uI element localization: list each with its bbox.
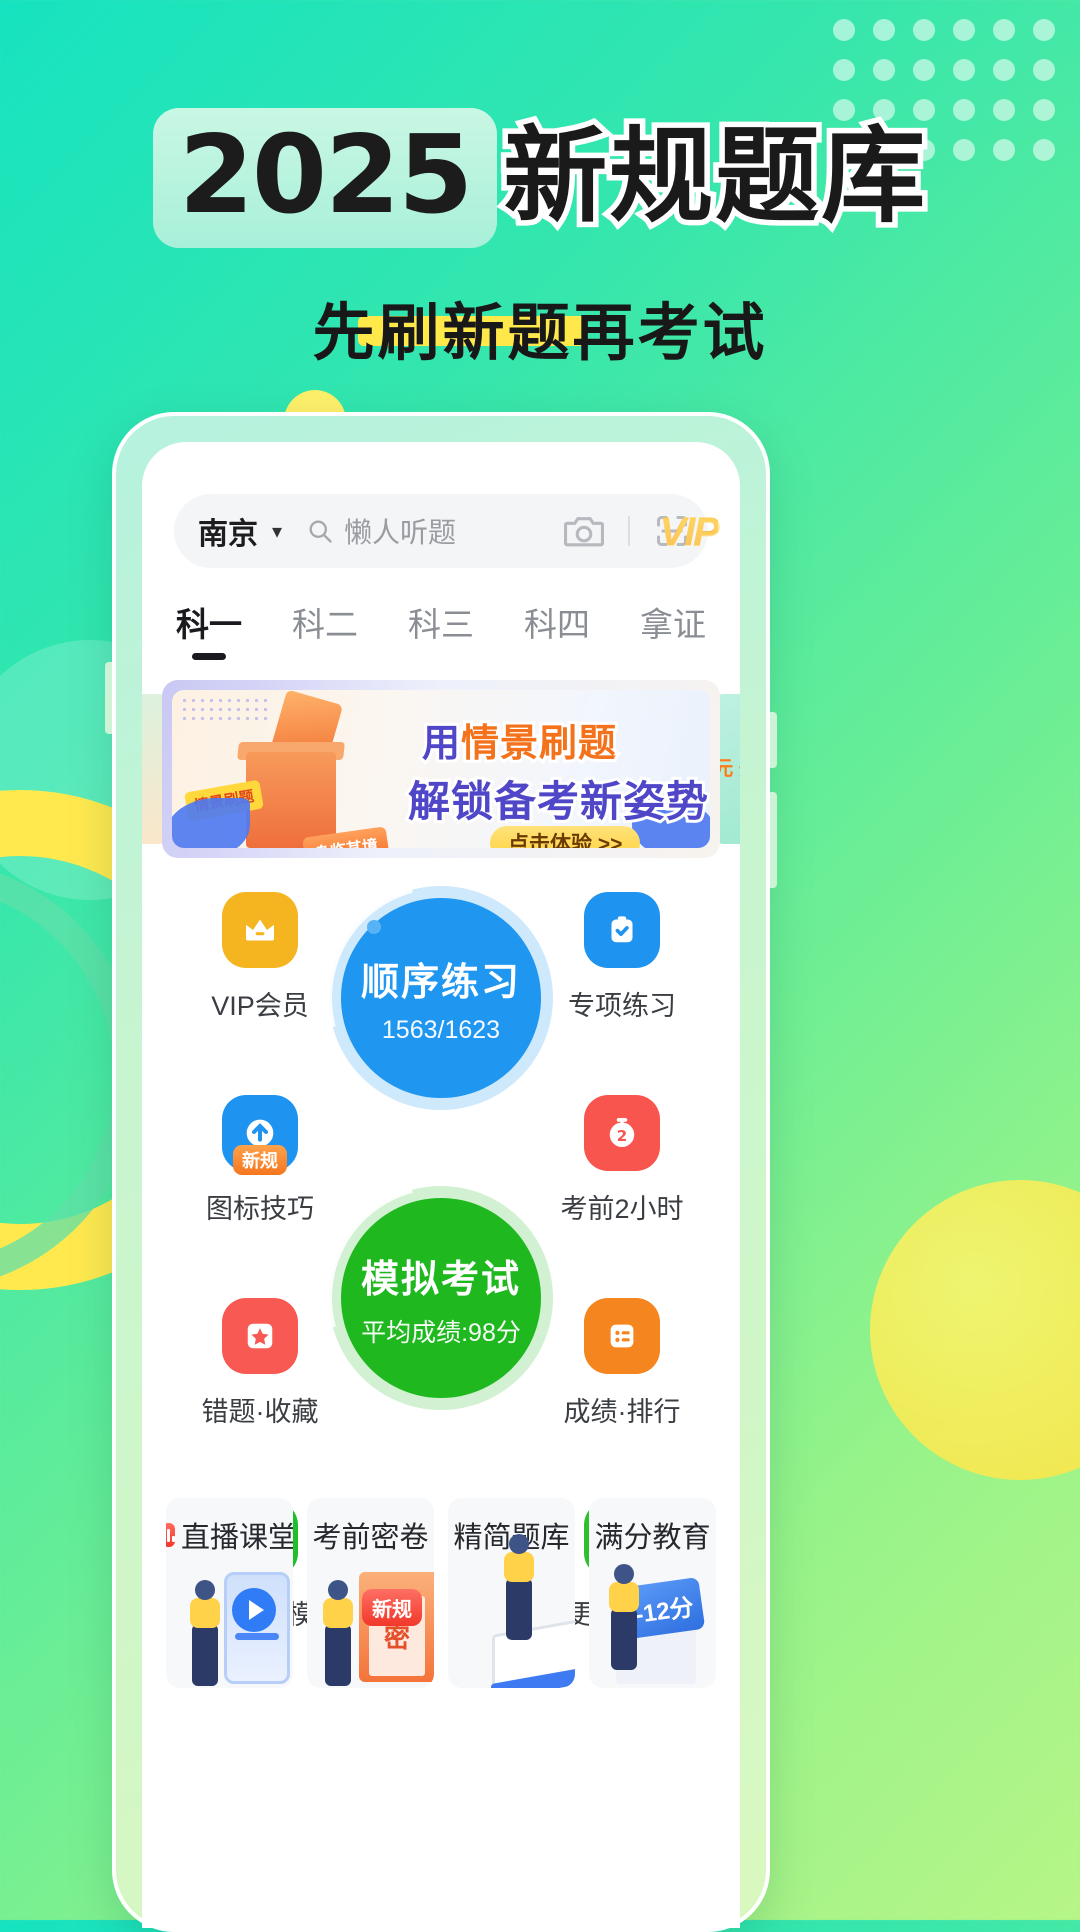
- search-bar[interactable]: 南京 ▾ 懒人听题: [174, 494, 708, 568]
- banner-headline-line1: 用情景刷题: [419, 712, 619, 768]
- grid-item-icon-skills[interactable]: 新规 图标技巧: [170, 1095, 350, 1226]
- progress-knob: [367, 920, 381, 934]
- grid-item-label: 专项练习: [568, 991, 676, 1021]
- person-illustration: [609, 1564, 639, 1670]
- search-icon: [306, 517, 334, 545]
- card-secret-paper[interactable]: 考前密卷 密 新规: [307, 1498, 434, 1688]
- card-live-class[interactable]: 直播课堂: [166, 1498, 293, 1688]
- new-rule-badge: 新规: [362, 1589, 422, 1626]
- banner-slide-active[interactable]: 情景刷题 身临其境 用情景刷题 解锁备考新姿势 点击体验 >>: [162, 680, 720, 858]
- card-full-score-education[interactable]: 满分教育 -12分: [589, 1498, 716, 1688]
- camera-icon[interactable]: [564, 514, 604, 548]
- phone-screen: 南京 ▾ 懒人听题 VIP 科一 科二 科三 科四 拿证 元 用情景刷题 解锁备…: [142, 442, 740, 1928]
- card-title-row: 直播课堂: [166, 1514, 293, 1556]
- mock-exam-button[interactable]: 模拟考试 平均成绩:98分: [282, 1139, 600, 1457]
- phone-side-button-2: [770, 792, 777, 888]
- phone-frame: 南京 ▾ 懒人听题 VIP 科一 科二 科三 科四 拿证 元 用情景刷题 解锁备…: [105, 412, 777, 1932]
- grid-item-wrong-favorites[interactable]: 错题·收藏: [170, 1298, 350, 1429]
- grid-item-two-hours-before-exam[interactable]: 2 考前2小时: [532, 1095, 712, 1226]
- grid-item-vip-member[interactable]: VIP会员: [170, 892, 350, 1023]
- poster-subtitle: 先刷新题再考试: [312, 299, 768, 368]
- list-icon: [584, 1298, 660, 1374]
- phone-side-button-1: [770, 712, 777, 768]
- search-input[interactable]: 懒人听题: [344, 511, 554, 551]
- grid-item-label: 错题·收藏: [201, 1397, 319, 1427]
- tab-ke-yi[interactable]: 科一: [176, 598, 242, 660]
- banner-dot-pattern: [180, 696, 268, 726]
- card-title: 满分教育: [594, 1522, 711, 1554]
- banner-line1-prefix: 用: [419, 720, 463, 768]
- card-illustration: 密 新规: [307, 1560, 434, 1688]
- tab-ke-er[interactable]: 科二: [292, 598, 358, 660]
- promo-card-row: 直播课堂 考前密卷 密 新规 满分教育 -12分: [166, 1498, 716, 1688]
- banner-headline-line2: 解锁备考新姿势: [405, 775, 710, 828]
- poster-title: 新规题库: [498, 117, 931, 237]
- new-rule-badge: 新规: [233, 1145, 287, 1175]
- poster-year: 2025: [152, 108, 498, 248]
- card-title-row: 考前密卷: [312, 1514, 429, 1556]
- crown-icon: [222, 892, 298, 968]
- function-grid: VIP会员 新规 图标技巧 错题·收藏 专项练习 2 考前2小时 成绩·排行 顺…: [142, 839, 740, 1630]
- chevron-down-icon[interactable]: ▾: [272, 519, 282, 544]
- phone-mockup: 南京 ▾ 懒人听题 VIP 科一 科二 科三 科四 拿证 元 用情景刷题 解锁备…: [105, 412, 777, 1932]
- banner-line1-highlight: 情景刷题: [458, 720, 619, 768]
- card-illustration: [448, 1534, 575, 1688]
- stopwatch-icon: 2: [584, 1095, 660, 1171]
- card-title-row: 满分教育: [594, 1514, 711, 1556]
- subject-tabs: 科一 科二 科三 科四 拿证: [162, 598, 720, 660]
- star-icon: [222, 1298, 298, 1374]
- circle-progress-text: 1563/1623: [381, 1016, 501, 1044]
- clipboard-check-icon: [584, 892, 660, 968]
- city-selector-label[interactable]: 南京: [198, 509, 258, 553]
- grid-item-scores-ranking[interactable]: 成绩·排行: [532, 1298, 712, 1429]
- vip-entry-badge[interactable]: VIP: [660, 510, 721, 555]
- card-title: 考前密卷: [312, 1522, 429, 1554]
- live-icon: [166, 1523, 175, 1547]
- toolbar-divider: [628, 516, 630, 546]
- grid-item-special-practice[interactable]: 专项练习: [532, 892, 712, 1023]
- tab-ke-san[interactable]: 科三: [408, 598, 474, 660]
- banner-leaf-left: [172, 798, 250, 848]
- person-illustration: [190, 1580, 220, 1686]
- circle-average-score: 平均成绩:98分: [361, 1318, 521, 1347]
- card-simplified-bank[interactable]: 精简题库: [448, 1498, 575, 1688]
- tab-ke-si[interactable]: 科四: [524, 598, 590, 660]
- person-illustration: [323, 1580, 353, 1686]
- decor-yellow-blob: [870, 1180, 1080, 1480]
- grid-item-label: 图标技巧: [206, 1194, 314, 1224]
- grid-item-label: VIP会员: [211, 991, 309, 1021]
- tab-na-zheng[interactable]: 拿证: [640, 598, 706, 660]
- card-title: 直播课堂: [181, 1522, 293, 1554]
- poster-headline: 2025 新规题库 先刷新题再考试: [0, 108, 1080, 452]
- person-illustration: [504, 1534, 534, 1640]
- banner-carousel: 元 开学 情景刷题 身临其境 用情景刷题: [142, 680, 740, 858]
- banner-cta-button[interactable]: 点击体验 >>: [490, 826, 641, 848]
- grid-item-label: 考前2小时: [560, 1194, 684, 1224]
- banner-content: 情景刷题 身临其境 用情景刷题 解锁备考新姿势 点击体验 >>: [172, 690, 710, 848]
- svg-text:2: 2: [617, 1127, 627, 1145]
- books-illustration: [492, 1617, 575, 1687]
- sequential-practice-button[interactable]: 顺序练习 1563/1623: [282, 839, 600, 1157]
- up-arrow-icon: 新规: [222, 1095, 298, 1175]
- card-illustration: [166, 1560, 293, 1688]
- card-illustration: -12分: [589, 1560, 716, 1688]
- phone-volume-button: [105, 662, 112, 734]
- play-icon: [232, 1588, 276, 1632]
- grid-item-label: 成绩·排行: [563, 1397, 681, 1427]
